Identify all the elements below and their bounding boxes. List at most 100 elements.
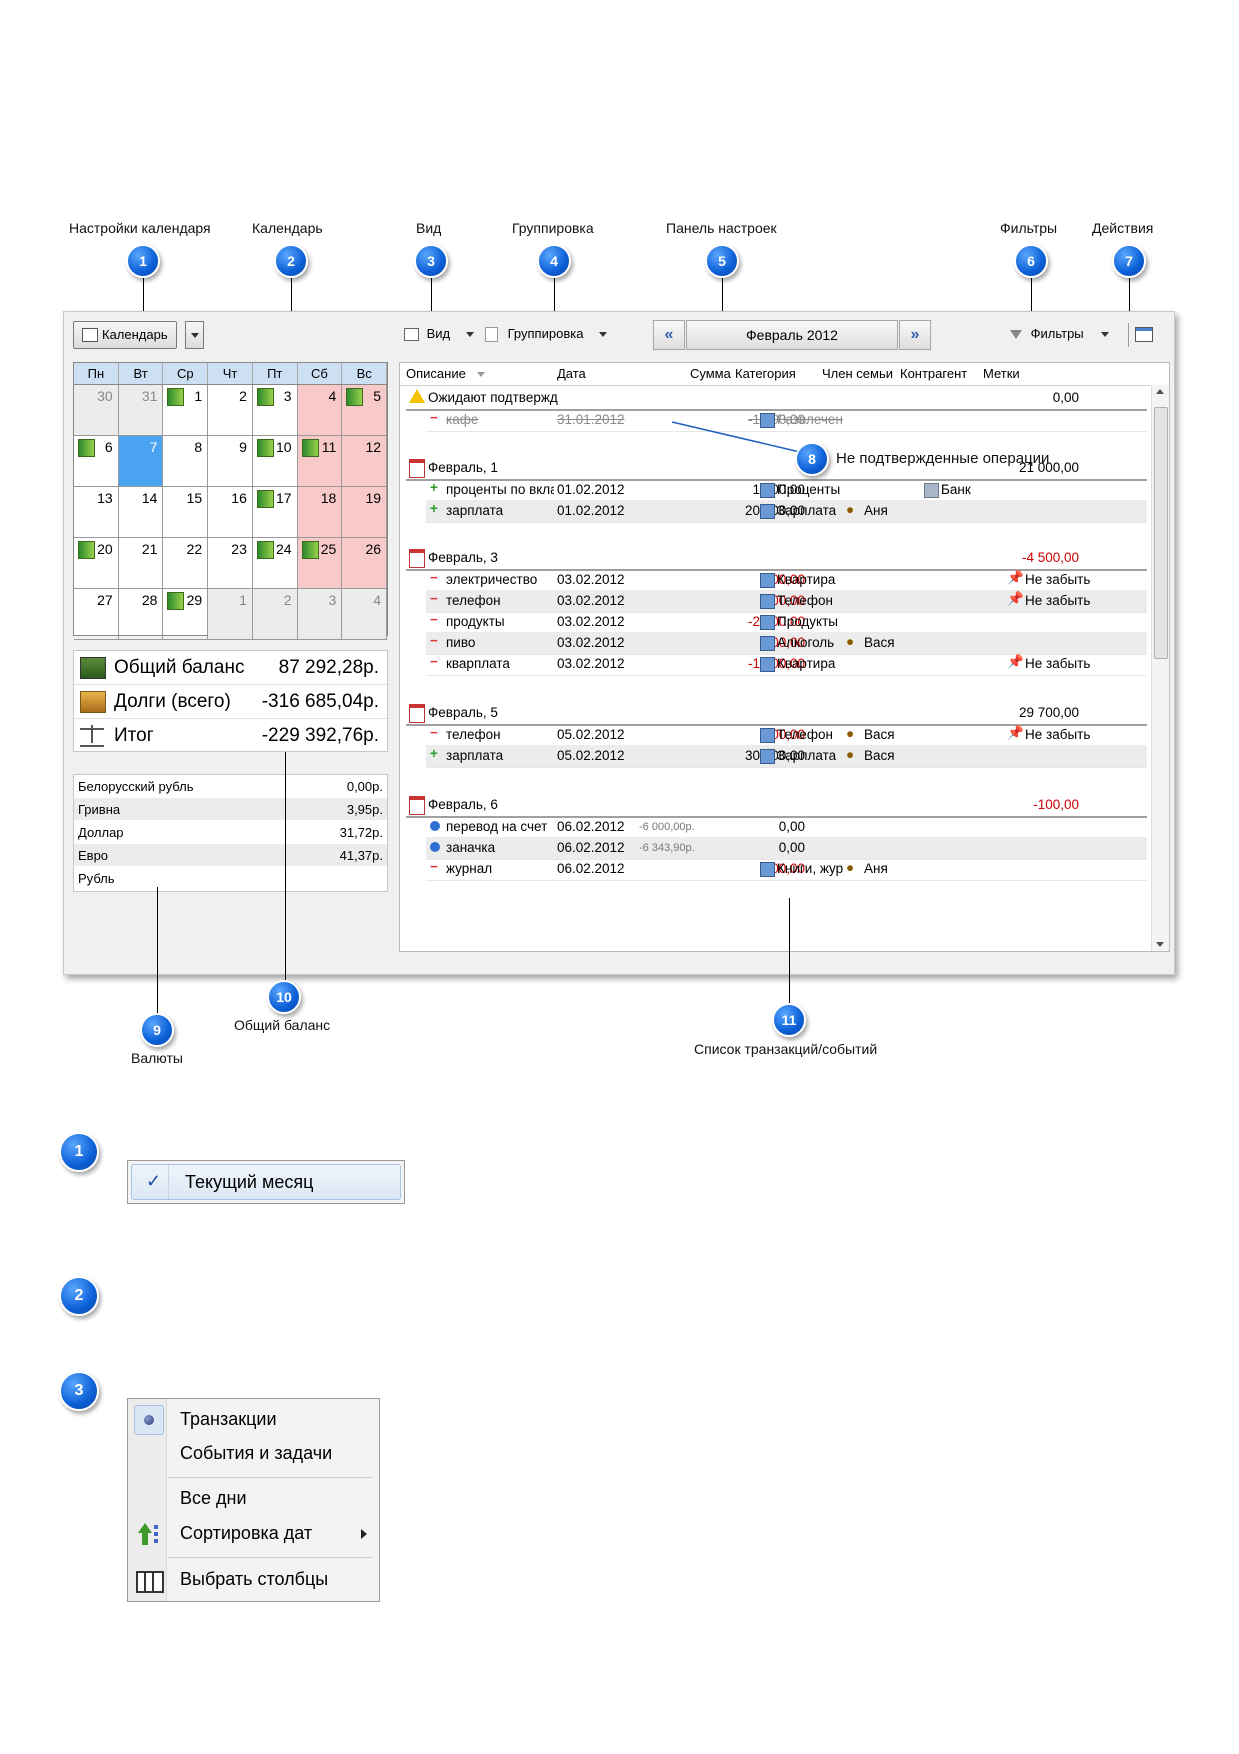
currency-row[interactable]: Рубль <box>74 867 387 890</box>
transaction-tag: Не забыть <box>1025 572 1091 587</box>
next-month-button[interactable]: » <box>899 320 931 350</box>
calendar-day[interactable]: 22 <box>163 538 209 588</box>
transaction-row[interactable]: − телефон 05.02.2012 -300,00 Телефон ● Вася 📌 Не… <box>426 724 1147 747</box>
column-sum[interactable]: Сумма <box>690 363 731 385</box>
menu-item-transactions[interactable]: Транзакции <box>180 1409 277 1430</box>
category-icon <box>760 615 775 630</box>
column-counterparty[interactable]: Контрагент <box>900 363 967 385</box>
group-title: Февраль, 6 <box>428 797 498 812</box>
callout-label-grouping: Группировка <box>512 220 594 236</box>
calendar-day[interactable]: 28 <box>119 589 164 639</box>
calendar-day[interactable]: 8 <box>163 436 209 486</box>
sort-dates-icon <box>136 1523 160 1547</box>
calendar-day-number: 17 <box>276 490 292 506</box>
scroll-up-icon[interactable] <box>1156 389 1164 394</box>
calendar-day[interactable]: 2 <box>208 385 253 435</box>
month-selector[interactable]: Февраль 2012 <box>686 320 898 350</box>
calendar-day[interactable]: 4 <box>342 589 388 639</box>
scroll-down-icon[interactable] <box>1156 942 1164 947</box>
transaction-group-header[interactable]: Февраль, 6 -100,00 <box>406 794 1147 818</box>
view-button[interactable]: Вид <box>404 321 474 347</box>
column-family-member[interactable]: Член семьи <box>822 363 893 385</box>
calendar-day[interactable]: 27 <box>74 589 119 639</box>
transaction-row[interactable]: − журнал 06.02.2012 -100,00 Книги, жур ● Аня <box>426 858 1147 881</box>
transaction-group-header[interactable]: Февраль, 3 -4 500,00 <box>406 547 1147 571</box>
calendar-day[interactable]: 11 <box>297 436 343 486</box>
calendar-day[interactable]: 25 <box>297 538 343 588</box>
column-category[interactable]: Категория <box>735 363 796 385</box>
calendar-day[interactable]: 3 <box>253 385 298 435</box>
grouping-button[interactable]: Группировка <box>485 321 608 347</box>
transaction-row[interactable]: − кварплата 03.02.2012 -1 500,00 Квартира 📌 Не… <box>426 653 1147 676</box>
transaction-row[interactable]: + зарплата 05.02.2012 30 000,00 Зарплата ● Вас… <box>426 745 1147 768</box>
calendar-day[interactable]: 30 <box>74 385 119 435</box>
calendar-day[interactable]: 20 <box>74 538 119 588</box>
menu-item-all-days[interactable]: Все дни <box>180 1488 247 1509</box>
calendar-day[interactable]: 31 <box>118 385 164 435</box>
currency-row[interactable]: Гривна 3,95р. <box>74 798 387 821</box>
currency-row[interactable]: Белорусский рубль 0,00р. <box>74 775 387 798</box>
column-description[interactable]: Описание <box>406 363 486 385</box>
transaction-group-header[interactable]: Ожидают подтвержд 0,00 <box>406 387 1147 411</box>
calendar-day[interactable]: 13 <box>74 487 119 537</box>
calendar-day[interactable]: 26 <box>342 538 388 588</box>
transaction-date: 03.02.2012 <box>557 593 625 608</box>
callout-badge-10: 10 <box>267 980 301 1014</box>
submenu-arrow-icon <box>361 1529 367 1539</box>
calendar-day[interactable]: 9 <box>208 436 253 486</box>
calendar-day[interactable]: 29 <box>163 589 209 639</box>
calendar-day-number: 26 <box>365 541 382 557</box>
section-badge-2: 2 <box>59 1276 99 1316</box>
filters-button[interactable]: Фильтры <box>1010 321 1110 347</box>
transaction-row[interactable]: перевод на счет 06.02.2012 -6 000,00р. 0,00 <box>426 816 1147 839</box>
transaction-row[interactable]: − пиво 03.02.2012 -200,00 Алкоголь ● Вася <box>426 632 1147 655</box>
calendar-day[interactable]: 23 <box>208 538 253 588</box>
callout-badge-6: 6 <box>1014 244 1048 278</box>
calendar-day[interactable]: 10 <box>253 436 298 486</box>
transaction-row[interactable]: − электричество 03.02.2012 -500,00 Квартира 📌… <box>426 569 1147 592</box>
transaction-row[interactable]: + проценты по вкла 01.02.2012 1 000,00 Проце… <box>426 479 1147 502</box>
actions-button[interactable] <box>1135 327 1153 342</box>
calendar-day[interactable]: 2 <box>252 589 298 639</box>
calendar-day[interactable]: 12 <box>342 436 388 486</box>
calendar-day[interactable]: 18 <box>297 487 343 537</box>
menu-item-events-tasks[interactable]: События и задачи <box>180 1443 332 1464</box>
menu-item-sort-dates[interactable]: Сортировка дат <box>180 1523 312 1544</box>
transaction-row[interactable]: − телефон 03.02.2012 -300,00 Телефон 📌 Не забы… <box>426 590 1147 613</box>
transaction-row[interactable]: − продукты 03.02.2012 -2 000,00 Продукты <box>426 611 1147 634</box>
currency-row[interactable]: Доллар 31,72р. <box>74 821 387 844</box>
calendar-settings-dropdown[interactable] <box>185 321 204 349</box>
calendar-day[interactable]: 24 <box>253 538 298 588</box>
grouping-icon <box>485 327 498 343</box>
currency-value: 31,72р. <box>339 825 383 840</box>
calendar-day[interactable]: 6 <box>74 436 119 486</box>
vertical-scrollbar[interactable] <box>1151 385 1169 951</box>
prev-month-button[interactable]: « <box>653 320 685 350</box>
calendar-day[interactable]: 14 <box>119 487 164 537</box>
calendar-day-number: 23 <box>231 541 247 557</box>
callout-badge-11: 11 <box>772 1003 806 1037</box>
transaction-row[interactable]: заначка 06.02.2012 -6 343,90р. 0,00 <box>426 837 1147 860</box>
calendar-day[interactable]: 7 <box>118 436 164 486</box>
menu-item-select-columns[interactable]: Выбрать столбцы <box>180 1569 328 1590</box>
calendar-day[interactable]: 3 <box>297 589 343 639</box>
transaction-row[interactable]: + зарплата 01.02.2012 20 000,00 Зарплата ● Аня <box>426 500 1147 523</box>
calendar-button[interactable]: Календарь <box>73 321 177 349</box>
calendar-day[interactable]: 1 <box>208 589 253 639</box>
calendar-day[interactable]: 5 <box>342 385 388 435</box>
scrollbar-thumb[interactable] <box>1154 407 1168 659</box>
menu-item-current-month[interactable]: ✓ Текущий месяц <box>131 1164 401 1200</box>
calendar-day[interactable]: 21 <box>119 538 164 588</box>
calendar-day[interactable]: 19 <box>342 487 388 537</box>
column-tags[interactable]: Метки <box>983 363 1020 385</box>
currency-value: 3,95р. <box>346 802 383 817</box>
transaction-group-header[interactable]: Февраль, 5 29 700,00 <box>406 702 1147 726</box>
calendar-day[interactable]: 17 <box>253 487 298 537</box>
calendar-day[interactable]: 4 <box>297 385 343 435</box>
column-date[interactable]: Дата <box>557 363 586 385</box>
calendar-day[interactable]: 1 <box>163 385 209 435</box>
minus-icon: − <box>430 633 438 648</box>
currency-row[interactable]: Евро 41,37р. <box>74 844 387 867</box>
calendar-day[interactable]: 15 <box>163 487 209 537</box>
calendar-day[interactable]: 16 <box>208 487 253 537</box>
